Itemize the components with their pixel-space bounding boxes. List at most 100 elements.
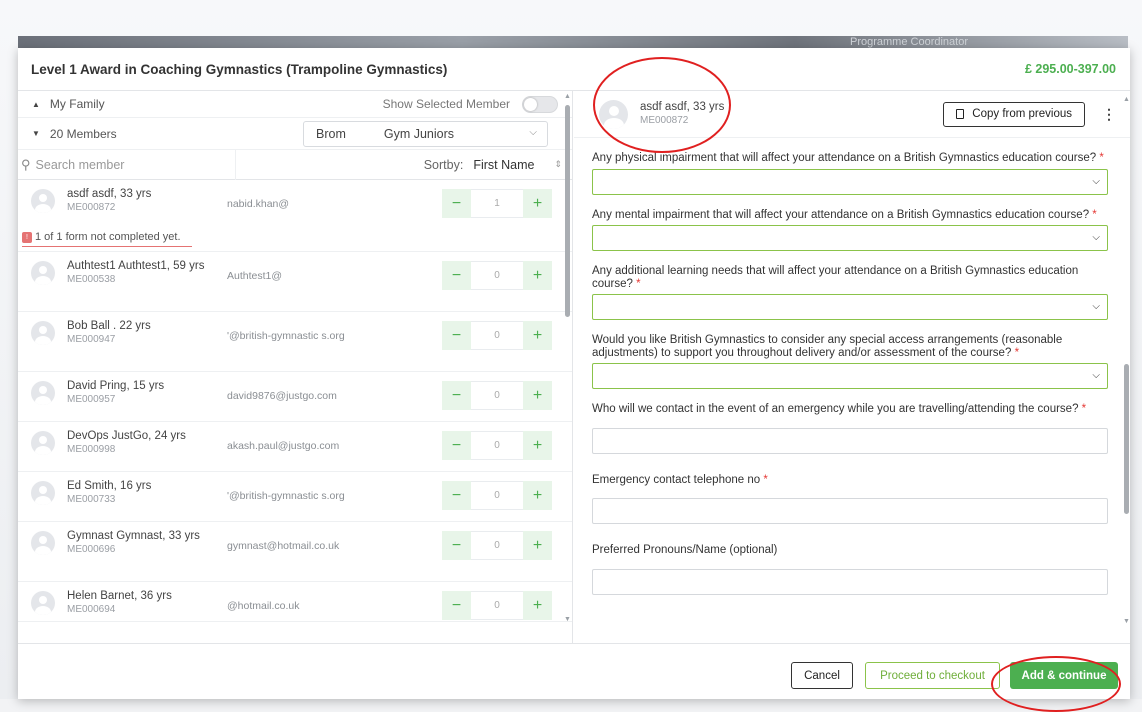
physical-impairment-select[interactable]: ⌵ xyxy=(592,168,1108,195)
increment-button[interactable]: + xyxy=(523,381,552,410)
decrement-button[interactable]: − xyxy=(442,189,471,218)
decrement-button[interactable]: − xyxy=(442,431,471,460)
increment-button[interactable]: + xyxy=(523,431,552,460)
form-warning-text: 1 of 1 form not completed yet. xyxy=(35,231,181,243)
member-id: ME000696 xyxy=(67,544,116,555)
quantity-value[interactable]: 0 xyxy=(471,591,523,620)
quantity-value[interactable]: 0 xyxy=(471,321,523,350)
member-id: ME000998 xyxy=(67,444,116,455)
form-incomplete-warning[interactable]: ! 1 of 1 form not completed yet. xyxy=(22,231,181,243)
quantity-value[interactable]: 1 xyxy=(471,189,523,218)
collapse-up-icon[interactable]: ▲ xyxy=(32,100,40,109)
form-scrollbar[interactable]: ▲ ▼ xyxy=(1123,96,1130,636)
member-email: david9876@justgo.com xyxy=(227,390,337,402)
question-label: Any physical impairment that will affect… xyxy=(592,152,1104,164)
decrement-button[interactable]: − xyxy=(442,591,471,620)
scroll-up-icon[interactable]: ▲ xyxy=(564,93,571,100)
question-label: Preferred Pronouns/Name (optional) xyxy=(592,544,778,556)
increment-button[interactable]: + xyxy=(523,189,552,218)
emergency-phone-input[interactable] xyxy=(592,498,1108,524)
decrement-button[interactable]: − xyxy=(442,481,471,510)
avatar xyxy=(31,189,55,213)
member-info: Helen Barnet, 36 yrs ME000694 xyxy=(67,590,227,616)
proceed-to-checkout-button[interactable]: Proceed to checkout xyxy=(865,662,1000,689)
quantity-value[interactable]: 0 xyxy=(471,261,523,290)
member-list-scrollbar[interactable]: ▲ ▼ xyxy=(564,91,571,631)
members-count: 20 Members xyxy=(49,126,117,141)
avatar xyxy=(31,591,55,615)
search-row: ⚲ Search member Sortby: First Name ⇕ xyxy=(18,149,572,180)
avatar xyxy=(31,381,55,405)
quantity-value[interactable]: 0 xyxy=(471,431,523,460)
increment-button[interactable]: + xyxy=(523,591,552,620)
member-name: Ed Smith, 16 yrs xyxy=(67,480,152,492)
scroll-up-icon[interactable]: ▲ xyxy=(1123,96,1130,103)
search-input[interactable]: ⚲ Search member xyxy=(18,149,236,180)
more-options-icon[interactable]: ⋮ xyxy=(1102,106,1116,123)
scrollbar-thumb[interactable] xyxy=(565,105,570,317)
expand-down-icon[interactable]: ▼ xyxy=(32,129,40,138)
sort-control[interactable]: Sortby: First Name ⇕ xyxy=(424,158,572,172)
member-email: akash.paul@justgo.com xyxy=(227,440,340,452)
sort-label: Sortby: xyxy=(423,157,464,172)
member-row: Helen Barnet, 36 yrs ME000694 @hotmail.co.… xyxy=(18,582,572,622)
member-id: ME000947 xyxy=(67,334,116,345)
member-id: ME000538 xyxy=(67,274,116,285)
modal-title: Level 1 Award in Coaching Gymnastics (Tr… xyxy=(31,61,448,77)
avatar xyxy=(31,481,55,505)
access-arrangements-select[interactable]: ⌵ xyxy=(592,363,1108,389)
quantity-stepper: −0 + xyxy=(442,261,552,290)
copy-from-previous-button[interactable]: Copy from previous xyxy=(943,101,1085,127)
decrement-button[interactable]: − xyxy=(442,261,471,290)
family-row[interactable]: ▲ My Family Show Selected Member xyxy=(18,91,572,118)
increment-button[interactable]: + xyxy=(523,261,552,290)
sort-arrows-icon: ⇕ xyxy=(554,159,562,169)
learning-needs-select[interactable]: ⌵ xyxy=(592,294,1108,320)
club-select[interactable]: Brom Gym Juniors ⌵ xyxy=(303,120,548,147)
quantity-value[interactable]: 0 xyxy=(471,481,523,510)
member-row: asdf asdf, 33 yrs ME000872 nabid.khan@ −1 +!… xyxy=(18,180,572,252)
show-selected-toggle[interactable] xyxy=(522,95,558,113)
show-selected-control: Show Selected Member xyxy=(383,95,558,113)
member-id: ME000957 xyxy=(67,394,116,405)
quantity-stepper: −0 + xyxy=(442,431,552,460)
member-name: asdf asdf, 33 yrs xyxy=(67,188,152,200)
chevron-down-icon: ⌵ xyxy=(1092,232,1100,243)
member-name: Helen Barnet, 36 yrs xyxy=(67,590,172,602)
scroll-down-icon[interactable]: ▼ xyxy=(564,616,571,623)
decrement-button[interactable]: − xyxy=(442,531,471,560)
warning-underline xyxy=(22,246,192,247)
quantity-value[interactable]: 0 xyxy=(471,381,523,410)
increment-button[interactable]: + xyxy=(523,531,552,560)
member-name: David Pring, 15 yrs xyxy=(67,380,165,392)
field-pronouns: Preferred Pronouns/Name (optional) xyxy=(592,544,1108,595)
clipboard-icon xyxy=(956,109,965,119)
field-mental-impairment: Any mental impairment that will affect y… xyxy=(592,209,1108,251)
increment-button[interactable]: + xyxy=(523,321,552,350)
pronouns-input[interactable] xyxy=(592,568,1108,595)
member-info: Ed Smith, 16 yrs ME000733 xyxy=(67,480,227,506)
question-label: Emergency contact telephone no * xyxy=(592,473,768,486)
member-info: DevOps JustGo, 24 yrs ME000998 xyxy=(67,430,227,456)
member-info: David Pring, 15 yrs ME000957 xyxy=(67,380,227,406)
chevron-down-icon: ⌵ xyxy=(1092,370,1100,381)
avatar xyxy=(31,531,55,555)
scroll-down-icon[interactable]: ▼ xyxy=(1123,618,1130,625)
quantity-value[interactable]: 0 xyxy=(471,531,523,560)
copy-button-label: Copy from previous xyxy=(972,108,1072,120)
question-label: Who will we contact in the event of an e… xyxy=(592,403,1087,415)
quantity-stepper: −0 + xyxy=(442,531,552,560)
mental-impairment-select[interactable]: ⌵ xyxy=(592,225,1108,251)
scrollbar-thumb[interactable] xyxy=(1124,364,1129,514)
search-icon: ⚲ xyxy=(21,156,31,172)
search-placeholder: Search member xyxy=(35,157,125,172)
member-name: Gymnast Gymnast, 33 yrs xyxy=(67,530,200,542)
cancel-button[interactable]: Cancel xyxy=(791,662,853,689)
emergency-contact-input[interactable] xyxy=(592,427,1108,454)
decrement-button[interactable]: − xyxy=(442,381,471,410)
add-and-continue-button[interactable]: Add & continue xyxy=(1010,662,1118,689)
decrement-button[interactable]: − xyxy=(442,321,471,350)
quantity-stepper: −0 + xyxy=(442,381,552,410)
increment-button[interactable]: + xyxy=(523,481,552,510)
members-header[interactable]: ▼ 20 Members xyxy=(18,127,303,141)
